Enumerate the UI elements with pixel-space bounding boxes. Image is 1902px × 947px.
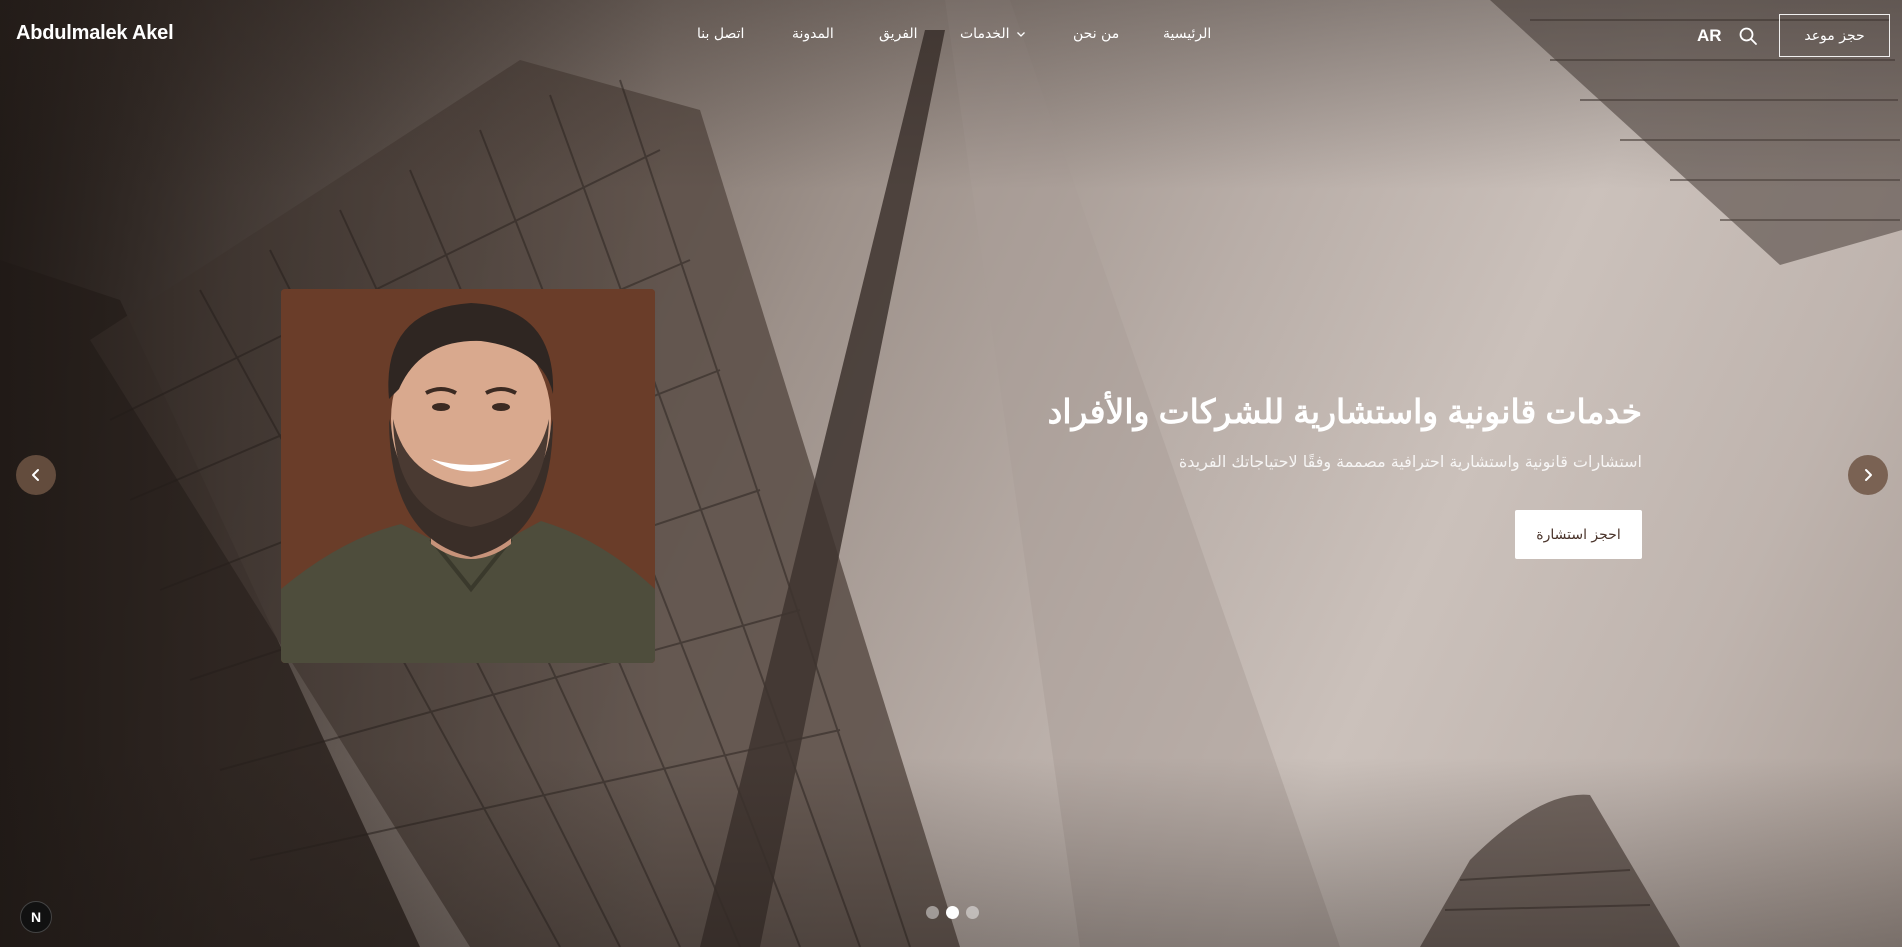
carousel-prev-button[interactable] (16, 455, 56, 495)
carousel-next-button[interactable] (1848, 455, 1888, 495)
carousel-dot-2[interactable] (946, 906, 959, 919)
nextjs-badge[interactable]: N (20, 901, 52, 933)
nav-item-home[interactable]: الرئيسية (1163, 26, 1211, 42)
nav-item-about[interactable]: من نحن (1073, 26, 1119, 42)
carousel-dot-3[interactable] (966, 906, 979, 919)
nav-item-blog[interactable]: المدونة (792, 26, 834, 42)
site-header: Abdulmalek Akel الرئيسية من نحن الخدمات … (0, 0, 1902, 72)
language-switch[interactable]: AR (1697, 26, 1722, 46)
hero-title: خدمات قانونية واستشارية للشركات والأفراد (1047, 393, 1642, 430)
chevron-right-icon (1865, 469, 1872, 481)
search-icon[interactable] (1738, 26, 1758, 46)
nav-item-team[interactable]: الفريق (879, 26, 918, 42)
main-nav: الرئيسية من نحن الخدمات الفريق المدونة ا… (680, 26, 1220, 46)
nav-item-contact[interactable]: اتصل بنا (697, 26, 744, 42)
chevron-down-icon (1016, 32, 1025, 37)
hero-portrait (281, 289, 655, 663)
book-consultation-button[interactable]: احجز استشارة (1515, 510, 1642, 559)
book-appointment-button[interactable]: حجز موعد (1779, 14, 1890, 57)
chevron-left-icon (32, 469, 39, 481)
hero-content: خدمات قانونية واستشارية للشركات والأفراد… (1047, 390, 1642, 471)
nav-item-services-label: الخدمات (960, 26, 1010, 42)
carousel-dot-1[interactable] (926, 906, 939, 919)
nav-item-services[interactable]: الخدمات (960, 26, 1026, 42)
site-logo[interactable]: Abdulmalek Akel (16, 22, 174, 45)
hero-subtitle: استشارات قانونية واستشارية احترافية مصمم… (1178, 452, 1642, 471)
